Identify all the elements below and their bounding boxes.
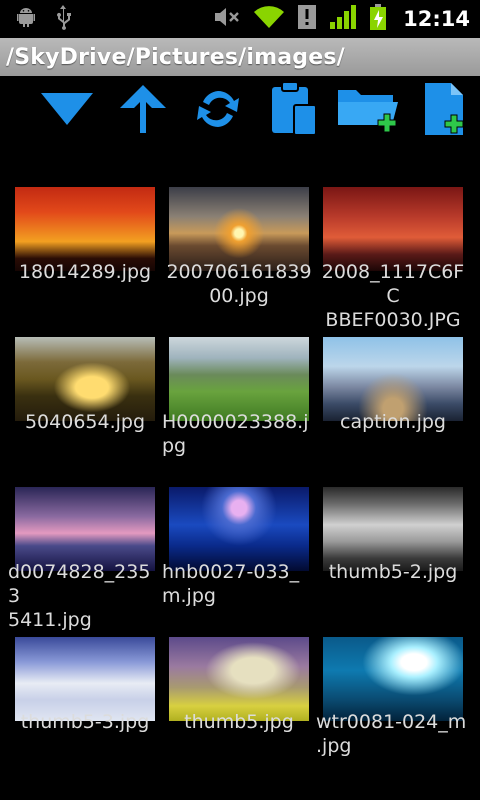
- up-arrow-icon: [118, 83, 168, 139]
- image-thumbnail: [169, 637, 309, 721]
- image-thumbnail: [169, 487, 309, 571]
- file-name: caption.jpg: [340, 411, 446, 433]
- file-item[interactable]: 5040654.jpg: [8, 330, 162, 480]
- paste-button[interactable]: [263, 80, 325, 142]
- file-name: 2008_1117C6FC BBEF0030.JPG: [321, 261, 465, 331]
- file-item[interactable]: d0074828_2353 5411.jpg: [8, 480, 162, 631]
- new-file-icon: [421, 81, 469, 141]
- file-name: 5040654.jpg: [24, 411, 146, 433]
- file-item[interactable]: caption.jpg: [316, 330, 470, 480]
- file-name: 18014289.jpg: [18, 261, 152, 283]
- usb-icon: [52, 4, 74, 34]
- wifi-icon: [253, 4, 285, 34]
- file-item[interactable]: H0000023388.j pg: [162, 330, 316, 480]
- file-item[interactable]: wtr0081-024_m .jpg: [316, 630, 470, 780]
- toolbar: [36, 80, 476, 142]
- path-bar: /SkyDrive/Pictures/images/: [0, 38, 480, 76]
- file-grid: 18014289.jpg 200706161839 00.jpg 2008_111…: [0, 180, 480, 780]
- new-folder-button[interactable]: [338, 80, 400, 142]
- image-thumbnail: [323, 187, 463, 271]
- file-name: 200706161839 00.jpg: [166, 261, 312, 307]
- file-name: thumb5-2.jpg: [328, 561, 458, 583]
- new-folder-icon: [336, 84, 402, 138]
- file-item[interactable]: thumb5-3.jpg: [8, 630, 162, 780]
- file-name: d0074828_2353 5411.jpg: [8, 561, 151, 631]
- download-arrow-icon: [37, 89, 97, 133]
- file-item[interactable]: 2008_1117C6FC BBEF0030.JPG: [316, 180, 470, 331]
- file-name: thumb5-3.jpg: [20, 711, 150, 733]
- file-item[interactable]: thumb5.jpg: [162, 630, 316, 780]
- current-path: /SkyDrive/Pictures/images/: [6, 44, 345, 70]
- file-name: thumb5.jpg: [184, 711, 294, 733]
- file-item[interactable]: hnb0027-033_ m.jpg: [162, 480, 316, 630]
- download-button[interactable]: [36, 80, 98, 142]
- image-thumbnail: [15, 187, 155, 271]
- image-thumbnail: [323, 337, 463, 421]
- file-item[interactable]: thumb5-2.jpg: [316, 480, 470, 630]
- file-item[interactable]: 200706161839 00.jpg: [162, 180, 316, 330]
- file-name: wtr0081-024_m .jpg: [316, 711, 467, 757]
- image-thumbnail: [323, 487, 463, 571]
- image-thumbnail: [169, 187, 309, 271]
- alert-icon: [297, 4, 317, 34]
- image-thumbnail: [15, 487, 155, 571]
- android-icon: [14, 5, 38, 33]
- status-bar: 12:14: [0, 0, 480, 38]
- new-file-button[interactable]: [414, 80, 476, 142]
- signal-icon: [329, 4, 357, 34]
- refresh-icon: [193, 83, 243, 139]
- paste-icon: [270, 81, 318, 141]
- file-name: hnb0027-033_ m.jpg: [162, 561, 300, 607]
- mute-icon: [213, 5, 241, 33]
- image-thumbnail: [15, 637, 155, 721]
- refresh-button[interactable]: [187, 80, 249, 142]
- image-thumbnail: [169, 337, 309, 421]
- battery-charging-icon: [369, 3, 387, 35]
- image-thumbnail: [323, 637, 463, 721]
- file-item[interactable]: 18014289.jpg: [8, 180, 162, 330]
- up-directory-button[interactable]: [112, 80, 174, 142]
- file-name: H0000023388.j pg: [162, 411, 309, 457]
- clock: 12:14: [403, 7, 470, 31]
- image-thumbnail: [15, 337, 155, 421]
